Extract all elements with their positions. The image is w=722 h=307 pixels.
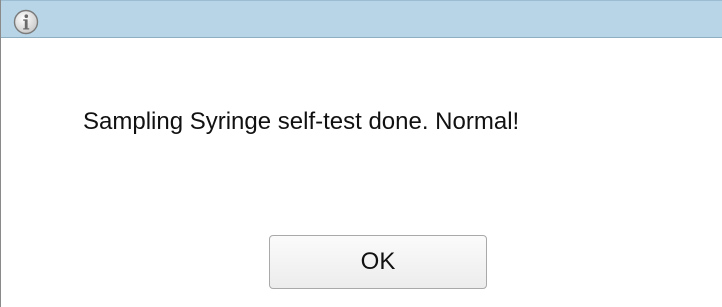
ok-button[interactable]: OK	[269, 235, 487, 289]
dialog-title-bar[interactable]	[1, 0, 722, 38]
info-icon	[13, 9, 39, 35]
dialog-message: Sampling Syringe self-test done. Normal!	[83, 108, 520, 135]
message-dialog: Sampling Syringe self-test done. Normal!…	[0, 0, 722, 307]
